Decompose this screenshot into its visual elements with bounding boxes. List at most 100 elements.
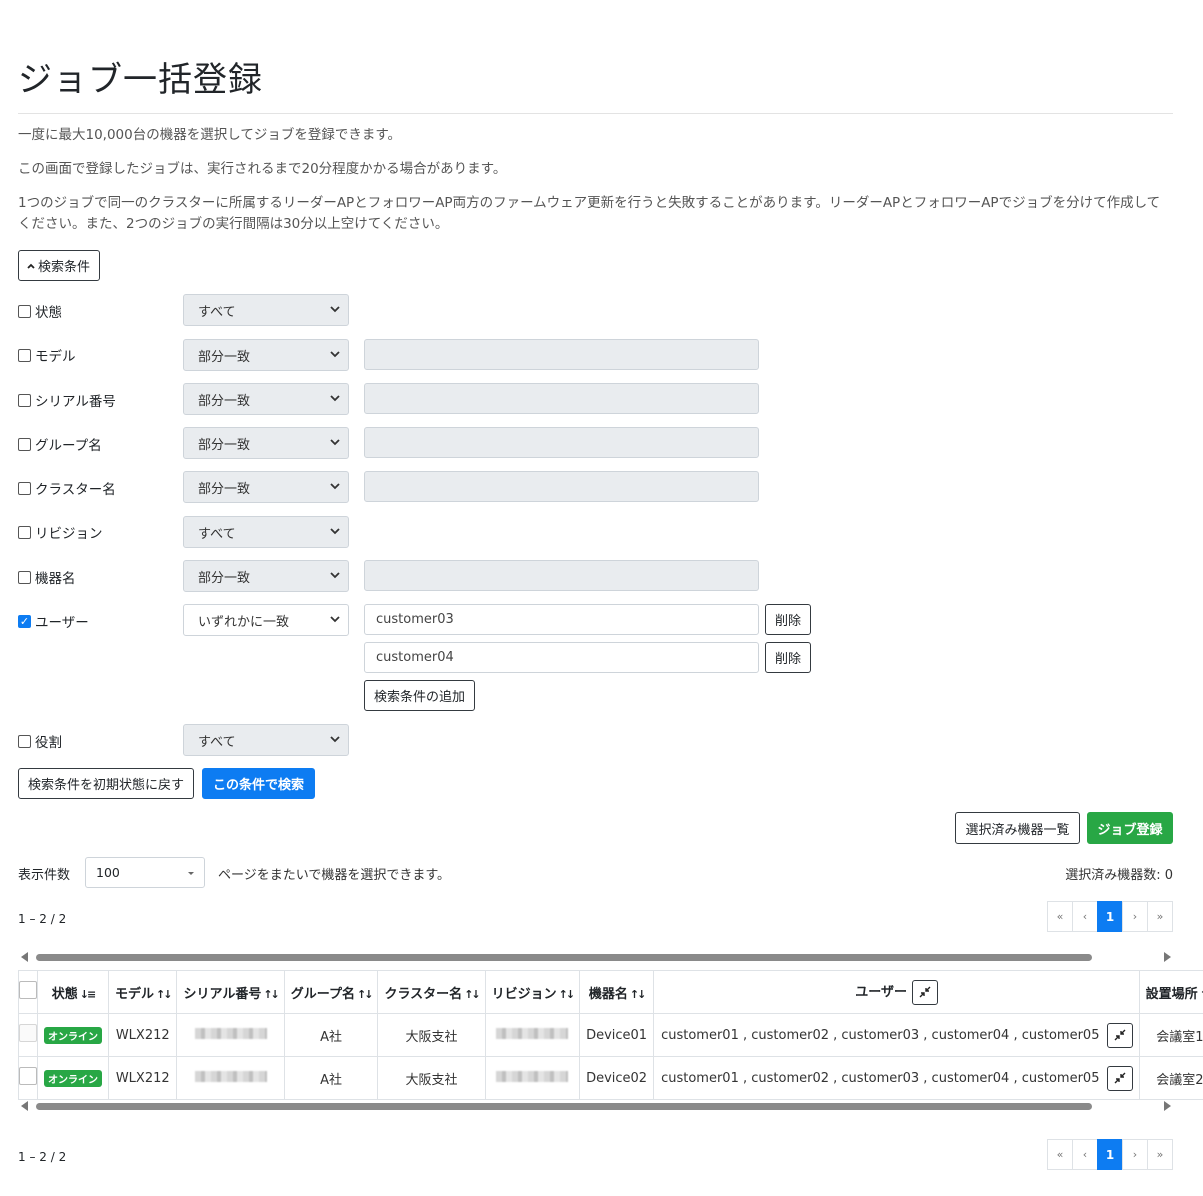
checkbox-box[interactable]	[18, 437, 31, 451]
checkbox-box[interactable]	[18, 348, 31, 362]
revision-cell	[484, 1013, 581, 1057]
column-header-device[interactable]: 機器名 ↑↓	[579, 970, 655, 1014]
condition-revision-checkbox[interactable]: リビジョン	[18, 522, 103, 542]
condition-serial-checkbox[interactable]: シリアル番号	[18, 390, 116, 410]
checkbox-box[interactable]	[18, 304, 31, 318]
select-all-checkbox[interactable]	[19, 981, 37, 999]
condition-serial-select[interactable]: 部分一致	[183, 383, 349, 415]
column-label: クラスター名	[384, 986, 463, 1002]
pagination-bottom: « ‹ 1 › »	[1047, 1139, 1173, 1170]
column-header-serial[interactable]: シリアル番号 ↑↓	[176, 970, 285, 1014]
pagination-last[interactable]: »	[1147, 1139, 1173, 1170]
checkbox-box[interactable]	[18, 570, 31, 584]
condition-state-checkbox[interactable]: 状態	[18, 301, 62, 321]
checkbox-box[interactable]	[18, 393, 31, 407]
condition-device-checkbox[interactable]: 機器名	[18, 567, 76, 587]
redacted-serial	[194, 1027, 267, 1039]
column-header-cluster[interactable]: クラスター名 ↑↓	[377, 970, 486, 1014]
condition-role-checkbox[interactable]: 役割	[18, 731, 62, 751]
title-divider	[18, 113, 1173, 114]
description-cluster-warning: 1つのジョブで同一のクラスターに所属するリーダーAPとフォロワーAP両方のファー…	[18, 195, 1161, 232]
chevron-down-icon	[330, 528, 340, 535]
device-table: 状態 ↓≡ モデル ↑↓ シリアル番号 ↑↓ グループ名 ↑↓ クラスター名 ↑↓ リビジ…	[18, 970, 1203, 1100]
pagination-next[interactable]: ›	[1122, 1139, 1148, 1170]
reset-conditions-button[interactable]: 検索条件を初期状態に戻す	[18, 768, 195, 799]
chevron-down-icon	[330, 395, 340, 402]
condition-group-select[interactable]: 部分一致	[183, 427, 349, 459]
pagination-prev[interactable]: ‹	[1072, 901, 1098, 932]
condition-serial-input[interactable]	[364, 383, 759, 414]
scroll-thumb[interactable]	[36, 954, 1092, 961]
search-conditions-toggle-button[interactable]: 検索条件	[18, 250, 101, 281]
condition-state-select[interactable]: すべて	[183, 294, 349, 326]
scroll-right-arrow[interactable]	[1164, 1101, 1171, 1111]
table-row[interactable]: オンライン WLX212 A社 大阪支社 Device02 customer01…	[18, 1056, 1203, 1100]
delete-user-condition-2-button[interactable]: 削除	[765, 642, 812, 673]
chevron-down-icon	[330, 616, 340, 623]
row-checkbox[interactable]	[19, 1024, 37, 1042]
scroll-right-arrow[interactable]	[1164, 952, 1171, 962]
scroll-left-arrow[interactable]	[21, 1101, 28, 1111]
column-header-location[interactable]: 設置場所↑↓	[1138, 970, 1203, 1014]
chevron-down-icon	[330, 351, 340, 358]
column-label: 機器名	[588, 986, 628, 1002]
condition-model-checkbox[interactable]: モデル	[18, 345, 76, 365]
scroll-thumb[interactable]	[36, 1103, 1092, 1110]
row-checkbox[interactable]	[19, 1067, 37, 1085]
expand-users-button[interactable]	[1106, 1065, 1133, 1091]
checkbox-box[interactable]	[18, 481, 31, 495]
device-cell: Device02	[579, 1056, 655, 1100]
select-value: すべて	[198, 304, 236, 320]
condition-model-input[interactable]	[364, 339, 759, 370]
expand-users-button[interactable]	[1106, 1022, 1133, 1048]
serial-cell	[176, 1013, 285, 1057]
condition-role-select[interactable]: すべて	[183, 724, 349, 756]
user-cell: customer01 , customer02 , customer03 , c…	[653, 1056, 1140, 1100]
column-header-revision[interactable]: リビジョン ↑↓	[484, 970, 581, 1014]
condition-cluster-select[interactable]: 部分一致	[183, 471, 349, 503]
condition-user-input-1[interactable]: customer03	[364, 604, 759, 635]
condition-group-checkbox[interactable]: グループ名	[18, 434, 102, 454]
table-scrollbar-top[interactable]	[18, 950, 1173, 964]
column-label: リビジョン	[491, 986, 557, 1002]
condition-revision-select[interactable]: すべて	[183, 516, 349, 548]
column-header-model[interactable]: モデル ↑↓	[107, 970, 178, 1014]
select-value: 部分一致	[198, 349, 251, 365]
pagination-page-1[interactable]: 1	[1097, 1139, 1123, 1170]
scroll-left-arrow[interactable]	[21, 952, 28, 962]
register-job-button[interactable]: ジョブ登録	[1087, 812, 1173, 844]
condition-model-select[interactable]: 部分一致	[183, 339, 349, 371]
pagination-page-1[interactable]: 1	[1097, 901, 1123, 932]
table-scrollbar-bottom[interactable]	[18, 1099, 1173, 1113]
condition-group-input[interactable]	[364, 427, 759, 458]
collapse-column-button[interactable]	[911, 979, 938, 1005]
add-search-condition-button[interactable]: 検索条件の追加	[364, 680, 476, 711]
condition-user-select[interactable]: いずれかに一致	[183, 604, 349, 636]
pagination-first[interactable]: «	[1047, 1139, 1073, 1170]
per-page-select[interactable]: 100	[85, 857, 205, 888]
condition-cluster-checkbox[interactable]: クラスター名	[18, 478, 116, 498]
search-button[interactable]: この条件で検索	[202, 768, 315, 799]
condition-cluster-input[interactable]	[364, 471, 759, 502]
condition-device-select[interactable]: 部分一致	[183, 560, 349, 592]
select-all-cell	[18, 970, 38, 1014]
column-header-group[interactable]: グループ名 ↑↓	[283, 970, 379, 1014]
checkbox-box[interactable]	[18, 734, 31, 748]
delete-user-condition-1-button[interactable]: 削除	[765, 604, 812, 635]
condition-device-input[interactable]	[364, 560, 759, 591]
column-header-status[interactable]: 状態 ↓≡	[37, 970, 109, 1014]
pagination-first[interactable]: «	[1047, 901, 1073, 932]
pagination-last[interactable]: »	[1147, 901, 1173, 932]
condition-revision-label: リビジョン	[35, 526, 103, 542]
condition-user-checkbox[interactable]: ユーザー	[18, 611, 89, 631]
condition-role-label: 役割	[35, 735, 62, 751]
pagination-next[interactable]: ›	[1122, 901, 1148, 932]
select-value: すべて	[198, 526, 236, 542]
pagination-prev[interactable]: ‹	[1072, 1139, 1098, 1170]
checkbox-box[interactable]	[18, 525, 31, 539]
table-row[interactable]: オンライン WLX212 A社 大阪支社 Device01 customer01…	[18, 1013, 1203, 1057]
condition-user-input-2[interactable]: customer04	[364, 642, 759, 673]
description-delay: この画面で登録したジョブは、実行されるまで20分程度かかる場合があります。	[18, 161, 507, 177]
checkbox-box[interactable]	[18, 614, 31, 628]
selected-devices-list-button[interactable]: 選択済み機器一覧	[955, 812, 1080, 844]
